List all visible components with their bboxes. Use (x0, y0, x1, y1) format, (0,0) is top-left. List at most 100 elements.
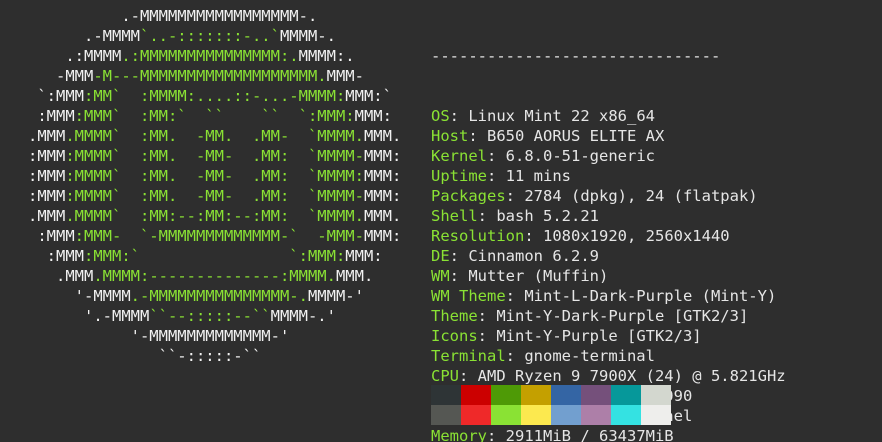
logo-segment: :MMM- `-MMMMMMMMMMMMM-` -MMM- (74, 227, 364, 245)
info-row-icons: Icons: Mint-Y-Purple [GTK2/3] (431, 326, 786, 346)
info-key: Theme (431, 307, 478, 325)
logo-segment: :MM` :MMMM:....::-...-MMMM: (84, 87, 346, 105)
info-key: Resolution (431, 227, 525, 245)
info-colon: : (449, 267, 469, 285)
logo-segment: MMMM-. (279, 27, 336, 45)
color-swatch-bright-0 (431, 405, 461, 425)
logo-line: .-MMMM`..-:::::::-..`MMMM-. (0, 26, 401, 46)
color-swatch-bright-4 (551, 405, 581, 425)
info-row-packages: Packages: 2784 (dpkg), 24 (flatpak) (431, 186, 786, 206)
info-key: Kernel (431, 147, 487, 165)
logo-segment: MMM: (354, 107, 392, 125)
logo-line: .MMM.MMMM` :MM. -MM. .MM- `MMMM.MMM. (0, 126, 401, 146)
info-colon: : (487, 147, 506, 165)
color-swatch-normal-1 (461, 385, 491, 405)
info-key: WM Theme (431, 287, 506, 305)
logo-line: -MMM-M---MMMMMMMMMMMMMMMMMMM.MMM- (0, 66, 401, 86)
color-swatch-normal-3 (521, 385, 551, 405)
info-colon: : (487, 427, 506, 442)
logo-segment: :MMM` :MM:` `` `` `:MMM: (74, 107, 355, 125)
logo-segment: `:MMM (0, 87, 84, 105)
logo-segment: MMM. (335, 267, 374, 285)
info-colon: : (449, 247, 469, 265)
info-row-cpu: CPU: AMD Ryzen 9 7900X (24) @ 5.821GHz (431, 366, 786, 386)
logo-line: '.-MMMM``--:::::--``MMMM-.' (0, 306, 401, 326)
info-row-resolution: Resolution: 1080x1920, 2560x1440 (431, 226, 786, 246)
logo-line: :MMM:MMMM` :MM. -MM- .MM: `MMMM:MMM: (0, 166, 401, 186)
palette-row-normal (431, 385, 671, 405)
logo-line: `:MMM:MM` :MMMM:....::-...-MMMM:MMM:` (0, 86, 401, 106)
info-colon: : (477, 207, 497, 225)
info-colon: : (505, 287, 525, 305)
info-colon: : (505, 187, 525, 205)
logo-segment: :MMM (0, 227, 75, 245)
info-key: WM (431, 267, 450, 285)
info-value: 1080x1920, 2560x1440 (543, 227, 730, 245)
logo-segment: .MMM (0, 207, 66, 225)
color-swatch-normal-7 (641, 385, 671, 405)
logo-line: .MMM.MMMM:--------------:MMMM.MMM. (0, 266, 401, 286)
palette-row-bright (431, 405, 671, 425)
logo-segment: :MMM (0, 247, 84, 265)
color-swatch-normal-5 (581, 385, 611, 405)
info-key: OS (431, 107, 450, 125)
info-key: Packages (431, 187, 506, 205)
logo-line: .MMM.MMMM` :MM:--:MM:--:MM: `MMMM.MMM. (0, 206, 401, 226)
info-value: bash 5.2.21 (496, 207, 599, 225)
logo-segment: MMM: (363, 227, 402, 245)
logo-segment: MMM. (363, 207, 402, 225)
info-key: Terminal (431, 347, 506, 365)
color-swatch-bright-1 (461, 405, 491, 425)
info-value: Mint-Y-Purple [GTK2/3] (496, 327, 702, 345)
color-swatch-normal-4 (551, 385, 581, 405)
logo-line: :MMM:MMMM` :MM. -MM- .MM: `MMMM-MMM: (0, 186, 401, 206)
logo-segment: MMMM-' (307, 287, 364, 305)
logo-line: :MMM:MMM` :MM:` `` `` `:MMM:MMM: (0, 106, 401, 126)
logo-line: :MMM:MMMM` :MM. -MM- .MM: `MMMM-MMM: (0, 146, 401, 166)
color-swatch-normal-0 (431, 385, 461, 405)
info-value: Linux Mint 22 x86_64 (468, 107, 655, 125)
logo-line: :MMM:MMM:` `:MMM:MMM: (0, 246, 401, 266)
terminal-window: .-MMMMMMMMMMMMMMMMM-. .-MMMM`..-:::::::-… (0, 0, 882, 442)
logo-segment: MMM: (345, 247, 383, 265)
info-colon: : (487, 167, 506, 185)
logo-segment: -MMM (0, 67, 94, 85)
logo-line: ``-:::::-`` (0, 346, 401, 366)
logo-segment: MMM: (363, 187, 402, 205)
logo-segment: .MMMM` :MM:--:MM:--:MM: `MMMM. (65, 207, 364, 225)
logo-segment: MMM- (326, 67, 364, 85)
logo-segment: MMMM-.' (270, 307, 336, 325)
logo-segment: '-MMMM (0, 287, 131, 305)
info-value: 6.8.0-51-generic (505, 147, 655, 165)
logo-segment: '-MMMMMMMMMMMMM-' (0, 327, 290, 345)
color-swatch-bright-3 (521, 405, 551, 425)
info-row-memory: Memory: 2911MiB / 63437MiB (431, 426, 786, 442)
info-row-terminal: Terminal: gnome-terminal (431, 346, 786, 366)
logo-segment: MMM: (363, 167, 402, 185)
info-key: Host (431, 127, 469, 145)
info-row-os: OS: Linux Mint 22 x86_64 (431, 106, 786, 126)
logo-segment: .MMM (0, 267, 94, 285)
logo-segment: :MMMM` :MM. -MM- .MM: `MMMM: (65, 167, 364, 185)
color-swatch-bright-6 (611, 405, 641, 425)
logo-segment: ``-:::::-`` (0, 347, 262, 365)
logo-segment: .:MMMMMMMMMMMMMMM:. (121, 47, 299, 65)
logo-segment: `..-:::::::-..` (139, 27, 280, 45)
logo-segment: :MMM (0, 107, 75, 125)
logo-segment: .:MMMM (0, 47, 122, 65)
info-colon: : (477, 327, 497, 345)
color-swatch-normal-2 (491, 385, 521, 405)
info-key: DE (431, 247, 450, 265)
color-palette (431, 385, 671, 425)
info-colon: : (477, 307, 497, 325)
color-swatch-bright-7 (641, 405, 671, 425)
info-row-wm-theme: WM Theme: Mint-L-Dark-Purple (Mint-Y) (431, 286, 786, 306)
info-value: 2911MiB / 63437MiB (505, 427, 674, 442)
logo-segment: MMM. (363, 127, 402, 145)
info-row-host: Host: B650 AORUS ELITE AX (431, 126, 786, 146)
color-swatch-normal-6 (611, 385, 641, 405)
logo-line: .:MMMM.:MMMMMMMMMMMMMMM:.MMMM:. (0, 46, 401, 66)
info-key: Memory (431, 427, 487, 442)
logo-line: .-MMMMMMMMMMMMMMMMM-. (0, 6, 401, 26)
info-value: Cinnamon 6.2.9 (468, 247, 599, 265)
